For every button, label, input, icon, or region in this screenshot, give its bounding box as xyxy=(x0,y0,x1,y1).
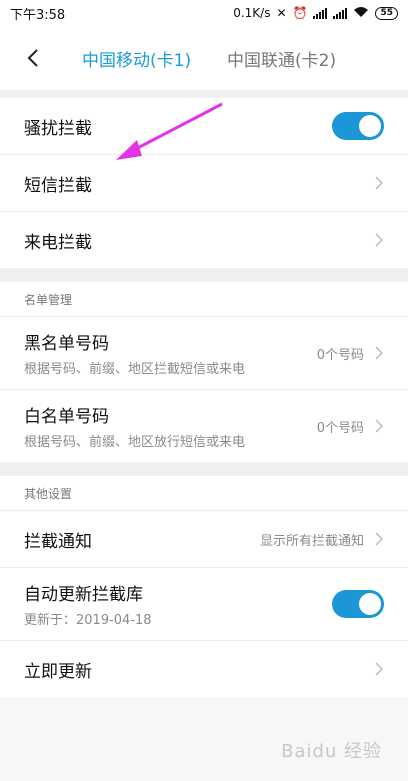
toggle-knob xyxy=(359,593,381,615)
toggle-knob xyxy=(359,115,381,137)
wifi-icon xyxy=(353,6,369,21)
signal-icon-2 xyxy=(333,7,348,19)
intercept-notification-label: 拦截通知 xyxy=(24,531,92,552)
chevron-right-icon xyxy=(375,233,384,247)
divider xyxy=(0,462,408,476)
whitelist-row[interactable]: 白名单号码 根据号码、前缀、地区放行短信或来电 0个号码 xyxy=(0,390,408,462)
divider xyxy=(0,268,408,282)
blacklist-description: 根据号码、前缀、地区拦截短信或来电 xyxy=(24,362,246,377)
alarm-icon: ⏰ xyxy=(292,6,308,20)
status-bar: 下午3:58 0.1K/s ✕ ⏰ 55 xyxy=(0,0,408,26)
list-management-section: 名单管理 黑名单号码 根据号码、前缀、地区拦截短信或来电 0个号码 白名单号码 … xyxy=(0,282,408,462)
whitelist-description: 根据号码、前缀、地区放行短信或来电 xyxy=(24,435,246,450)
auto-update-date: 更新于：2019-04-18 xyxy=(24,613,152,628)
signal-icon-1 xyxy=(313,7,328,19)
chevron-right-icon xyxy=(375,419,384,433)
sms-intercept-row[interactable]: 短信拦截 xyxy=(0,155,408,212)
auto-update-toggle[interactable] xyxy=(332,590,384,618)
whitelist-title: 白名单号码 xyxy=(24,407,109,427)
network-speed: 0.1K/s xyxy=(233,6,271,20)
whitelist-count: 0个号码 xyxy=(316,420,364,436)
sms-intercept-label: 短信拦截 xyxy=(24,175,92,196)
chevron-right-icon xyxy=(375,346,384,360)
blacklist-count: 0个号码 xyxy=(316,347,364,363)
blacklist-row[interactable]: 黑名单号码 根据号码、前缀、地区拦截短信或来电 0个号码 xyxy=(0,317,408,390)
harassment-intercept-toggle[interactable] xyxy=(332,112,384,140)
tab-sim1[interactable]: 中国移动(卡1) xyxy=(82,46,191,71)
header: 中国移动(卡1) 中国联通(卡2) xyxy=(0,26,408,90)
chevron-right-icon xyxy=(375,532,384,546)
auto-update-title: 自动更新拦截库 xyxy=(24,585,143,605)
status-icons: 0.1K/s ✕ ⏰ 55 xyxy=(233,6,398,21)
mute-icon: ✕ xyxy=(276,6,287,20)
call-intercept-label: 来电拦截 xyxy=(24,232,92,253)
call-intercept-row[interactable]: 来电拦截 xyxy=(0,212,408,268)
intercept-section: 骚扰拦截 短信拦截 来电拦截 xyxy=(0,98,408,268)
intercept-notification-value: 显示所有拦截通知 xyxy=(259,533,364,549)
intercept-notification-row[interactable]: 拦截通知 显示所有拦截通知 xyxy=(0,511,408,568)
update-now-row[interactable]: 立即更新 xyxy=(0,641,408,697)
harassment-intercept-label: 骚扰拦截 xyxy=(24,118,92,139)
auto-update-row[interactable]: 自动更新拦截库 更新于：2019-04-18 xyxy=(0,568,408,641)
tab-sim2[interactable]: 中国联通(卡2) xyxy=(227,46,336,71)
chevron-right-icon xyxy=(375,662,384,676)
other-settings-section: 其他设置 拦截通知 显示所有拦截通知 自动更新拦截库 更新于：2019-04-1… xyxy=(0,476,408,697)
list-management-header: 名单管理 xyxy=(0,282,408,317)
chevron-right-icon xyxy=(375,176,384,190)
other-settings-header: 其他设置 xyxy=(0,476,408,511)
update-now-label: 立即更新 xyxy=(24,661,92,682)
back-arrow-icon[interactable] xyxy=(24,48,44,68)
divider xyxy=(0,90,408,98)
harassment-intercept-row[interactable]: 骚扰拦截 xyxy=(0,98,408,155)
blacklist-title: 黑名单号码 xyxy=(24,334,109,354)
status-time: 下午3:58 xyxy=(10,7,66,23)
battery-icon: 55 xyxy=(375,6,398,20)
baidu-watermark: Baidu 经验 xyxy=(281,741,382,762)
